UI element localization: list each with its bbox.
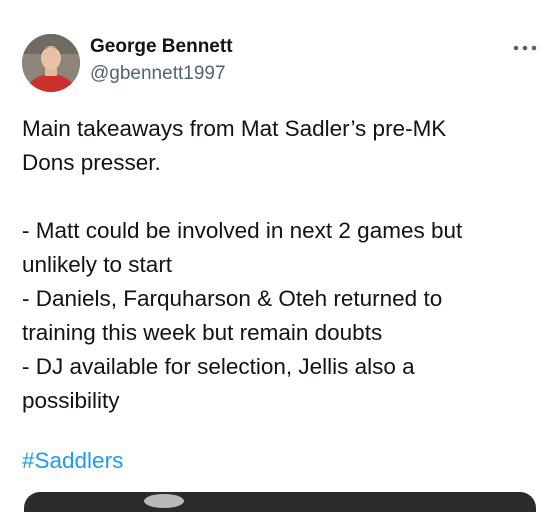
author-name[interactable]: George Bennett xyxy=(90,36,233,58)
tweet-text-line: - DJ available for selection, Jellis als… xyxy=(22,354,415,379)
tweet-card: George Bennett @gbennett1997 Main takeaw… xyxy=(0,0,560,512)
profile-photo xyxy=(22,34,80,92)
author-handle[interactable]: @gbennett1997 xyxy=(90,63,226,85)
media-highlight xyxy=(144,494,184,508)
tweet-text-line: Dons presser. xyxy=(22,150,161,175)
tweet-media-image[interactable] xyxy=(24,492,536,512)
tweet-text-line: - Daniels, Farquharson & Oteh returned t… xyxy=(22,286,443,311)
tweet-text-line: - Matt could be involved in next 2 games… xyxy=(22,218,463,243)
more-options-button[interactable] xyxy=(508,38,542,58)
tweet-text-line: Main takeaways from Mat Sadler’s pre-MK xyxy=(22,116,447,141)
tweet-text-line: unlikely to start xyxy=(22,252,173,277)
author-avatar[interactable] xyxy=(22,34,80,92)
tweet-text-line: possibility xyxy=(22,388,120,413)
more-horizontal-icon xyxy=(513,45,537,51)
hashtag-link[interactable]: #Saddlers xyxy=(22,444,123,478)
tweet-text-line xyxy=(22,180,542,214)
tweet-text: Main takeaways from Mat Sadler’s pre-MK … xyxy=(22,112,542,418)
tweet-text-line: training this week but remain doubts xyxy=(22,320,383,345)
